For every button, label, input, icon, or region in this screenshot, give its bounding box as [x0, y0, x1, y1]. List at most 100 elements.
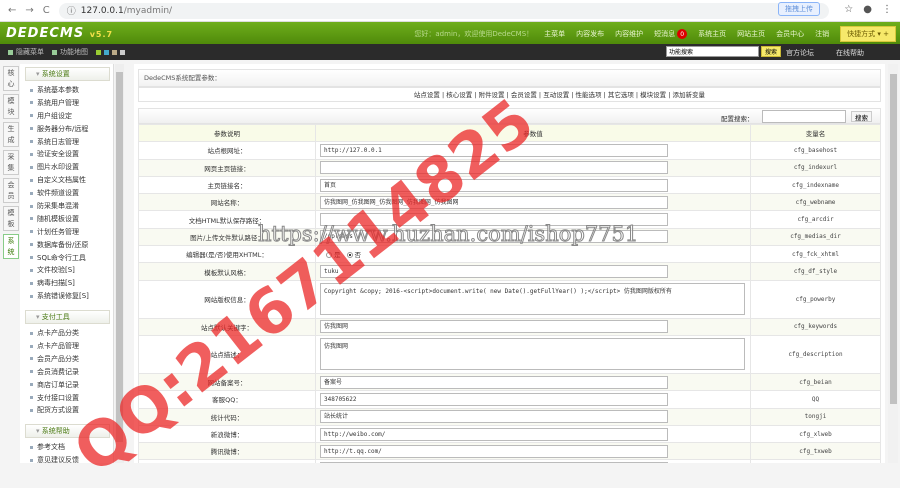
- param-input[interactable]: 仿我图网_仿我图网_仿我图网_仿我图网_仿我图网: [320, 195, 668, 209]
- param-input[interactable]: 348705622: [320, 392, 668, 406]
- param-value-cell: tuku: [315, 262, 751, 281]
- param-input[interactable]: http://t.qq.com/: [320, 444, 668, 458]
- sidebar-item[interactable]: 防采集串混淆: [20, 200, 113, 213]
- header-nav-item[interactable]: 内容发布: [576, 29, 604, 39]
- sidebar-item[interactable]: 验证安全设置: [20, 148, 113, 161]
- sidebar-item[interactable]: 服务器分布/远程: [20, 123, 113, 136]
- col-header-value: 参数值: [315, 123, 751, 143]
- param-textarea[interactable]: Copyright &copy; 2016-<script>document.w…: [320, 283, 745, 316]
- sidebar-group-title: 系统帮助: [41, 427, 70, 436]
- menu-icon[interactable]: ⋮: [882, 4, 892, 15]
- header-nav-item[interactable]: 注销: [815, 29, 829, 39]
- logo: DEDECMS v5.7: [6, 26, 113, 41]
- sidebar-item[interactable]: 软件频道设置: [20, 187, 113, 200]
- param-input[interactable]: tuku: [320, 265, 668, 279]
- help-link[interactable]: 在线帮助: [836, 48, 864, 58]
- config-group-link[interactable]: 模块设置: [640, 91, 666, 99]
- header-nav-item[interactable]: 会员中心: [776, 29, 804, 39]
- sidebar-group-header[interactable]: ▾ 系统设置: [25, 67, 110, 81]
- reload-icon[interactable]: C: [43, 5, 50, 16]
- param-label: 模板默认风格：: [138, 262, 316, 281]
- config-group-link[interactable]: 性能选项: [576, 91, 602, 99]
- function-search-input[interactable]: [666, 46, 759, 57]
- sidebar-item[interactable]: 商店订单记录: [20, 379, 113, 392]
- param-input[interactable]: 首页: [320, 178, 668, 192]
- module-tab[interactable]: 模板: [3, 206, 19, 231]
- sidebar-item[interactable]: 病毒扫描[S]: [20, 277, 113, 290]
- param-input[interactable]: http://weibo.com/: [320, 427, 668, 441]
- header-nav-item[interactable]: 内容维护: [615, 29, 643, 39]
- sidebar-item[interactable]: 点卡产品管理: [20, 340, 113, 353]
- param-textarea[interactable]: 仿我图网: [320, 338, 745, 371]
- sidebar-group-header[interactable]: ▾ 支付工具: [25, 310, 110, 325]
- sidebar-item[interactable]: 参考文档: [20, 441, 113, 454]
- config-search-input[interactable]: [762, 110, 846, 123]
- module-tab[interactable]: 生成: [3, 122, 19, 147]
- main-scrollbar[interactable]: [888, 64, 898, 463]
- sidebar-item[interactable]: 系统错误修复[S]: [20, 290, 113, 303]
- config-group-link[interactable]: 添加新变量: [673, 91, 706, 99]
- radio-no[interactable]: [346, 252, 353, 259]
- module-tab[interactable]: 核心: [3, 66, 19, 91]
- param-input[interactable]: [320, 161, 668, 175]
- param-input[interactable]: 仿我图网: [320, 320, 668, 334]
- header-nav-item[interactable]: 主菜单: [544, 29, 565, 39]
- config-group-link[interactable]: 其它选项: [608, 91, 634, 99]
- sidebar-item[interactable]: 会员产品分类: [20, 353, 113, 366]
- config-group-links: 站点设置 | 核心设置 | 附件设置 | 会员设置 | 互动设置 | 性能选项 …: [138, 87, 881, 102]
- module-tab[interactable]: 系统: [3, 234, 19, 259]
- sidebar-item[interactable]: 系统日志管理: [20, 136, 113, 149]
- module-tab[interactable]: 模块: [3, 94, 19, 119]
- sidebar-item[interactable]: 计划任务管理: [20, 226, 113, 239]
- param-var-name: cfg_indexurl: [750, 158, 881, 177]
- quick-menu-button[interactable]: 快捷方式 ▾ +: [840, 26, 896, 42]
- hide-menu-button[interactable]: 隐藏菜单: [8, 47, 44, 57]
- func-map-button[interactable]: 功能地图: [52, 47, 88, 57]
- sidebar-item[interactable]: 系统基本参数: [20, 84, 113, 97]
- upload-extension-button[interactable]: 拖拽上传: [778, 2, 820, 16]
- table-row: 统计代码： 站长统计 tongji: [138, 407, 881, 426]
- profile-icon[interactable]: ●: [863, 4, 872, 15]
- sidebar-item[interactable]: 数据库备份/还原: [20, 239, 113, 252]
- sidebar-item[interactable]: 点卡产品分类: [20, 327, 113, 340]
- header-nav-item[interactable]: 网站主页: [737, 29, 765, 39]
- config-group-link[interactable]: 互动设置: [543, 91, 569, 99]
- header-nav-item[interactable]: 系统主页: [698, 29, 726, 39]
- param-input[interactable]: 站长统计: [320, 410, 668, 424]
- sidebar-item[interactable]: 用户组设定: [20, 110, 113, 123]
- address-bar[interactable]: ⓘ 127.0.0.1/myadmin/: [58, 2, 829, 19]
- param-input[interactable]: [320, 213, 668, 227]
- header-nav-item[interactable]: 短消息 0: [654, 29, 688, 40]
- sidebar-item[interactable]: 系统用户管理: [20, 97, 113, 110]
- sidebar-scrollbar[interactable]: [115, 64, 124, 463]
- config-group-link[interactable]: 站点设置: [414, 91, 440, 99]
- sidebar-item[interactable]: 图片水印设置: [20, 161, 113, 174]
- forum-link[interactable]: 官方论坛: [786, 48, 814, 58]
- sidebar-item[interactable]: 配货方式设置: [20, 404, 113, 417]
- col-header-var: 变量名: [750, 123, 881, 143]
- module-tab[interactable]: 会员: [3, 178, 19, 203]
- param-input[interactable]: /uploads: [320, 230, 668, 244]
- param-input[interactable]: 备案号: [320, 375, 668, 389]
- function-search-button[interactable]: 搜索: [761, 46, 782, 57]
- sidebar-item[interactable]: 自定义文档属性: [20, 174, 113, 187]
- config-search-button[interactable]: 搜索: [851, 111, 872, 122]
- sidebar-item[interactable]: 随机模板设置: [20, 213, 113, 226]
- module-tab[interactable]: 采集: [3, 150, 19, 175]
- config-group-link[interactable]: 会员设置: [511, 91, 537, 99]
- config-group-link[interactable]: 附件设置: [479, 91, 505, 99]
- radio-yes[interactable]: [326, 252, 332, 259]
- back-icon[interactable]: ←: [8, 5, 16, 16]
- table-row: 新浪微博： http://weibo.com/cfg_xlweb: [138, 424, 881, 444]
- star-icon[interactable]: ☆: [844, 4, 853, 15]
- sidebar-group-header[interactable]: ▾ 系统帮助: [25, 424, 110, 439]
- config-group-link[interactable]: 核心设置: [446, 91, 472, 99]
- sidebar-item[interactable]: 会员消费记录: [20, 366, 113, 379]
- param-input[interactable]: http://127.0.0.1: [320, 143, 668, 157]
- forward-icon[interactable]: →: [25, 5, 33, 16]
- sidebar-item[interactable]: 支付接口设置: [20, 392, 113, 405]
- sidebar-item[interactable]: 意见建议反馈: [20, 454, 113, 463]
- sidebar-item[interactable]: 文件校验[S]: [20, 264, 113, 277]
- skin-switcher[interactable]: [96, 49, 128, 55]
- sidebar-item[interactable]: SQL命令行工具: [20, 252, 113, 265]
